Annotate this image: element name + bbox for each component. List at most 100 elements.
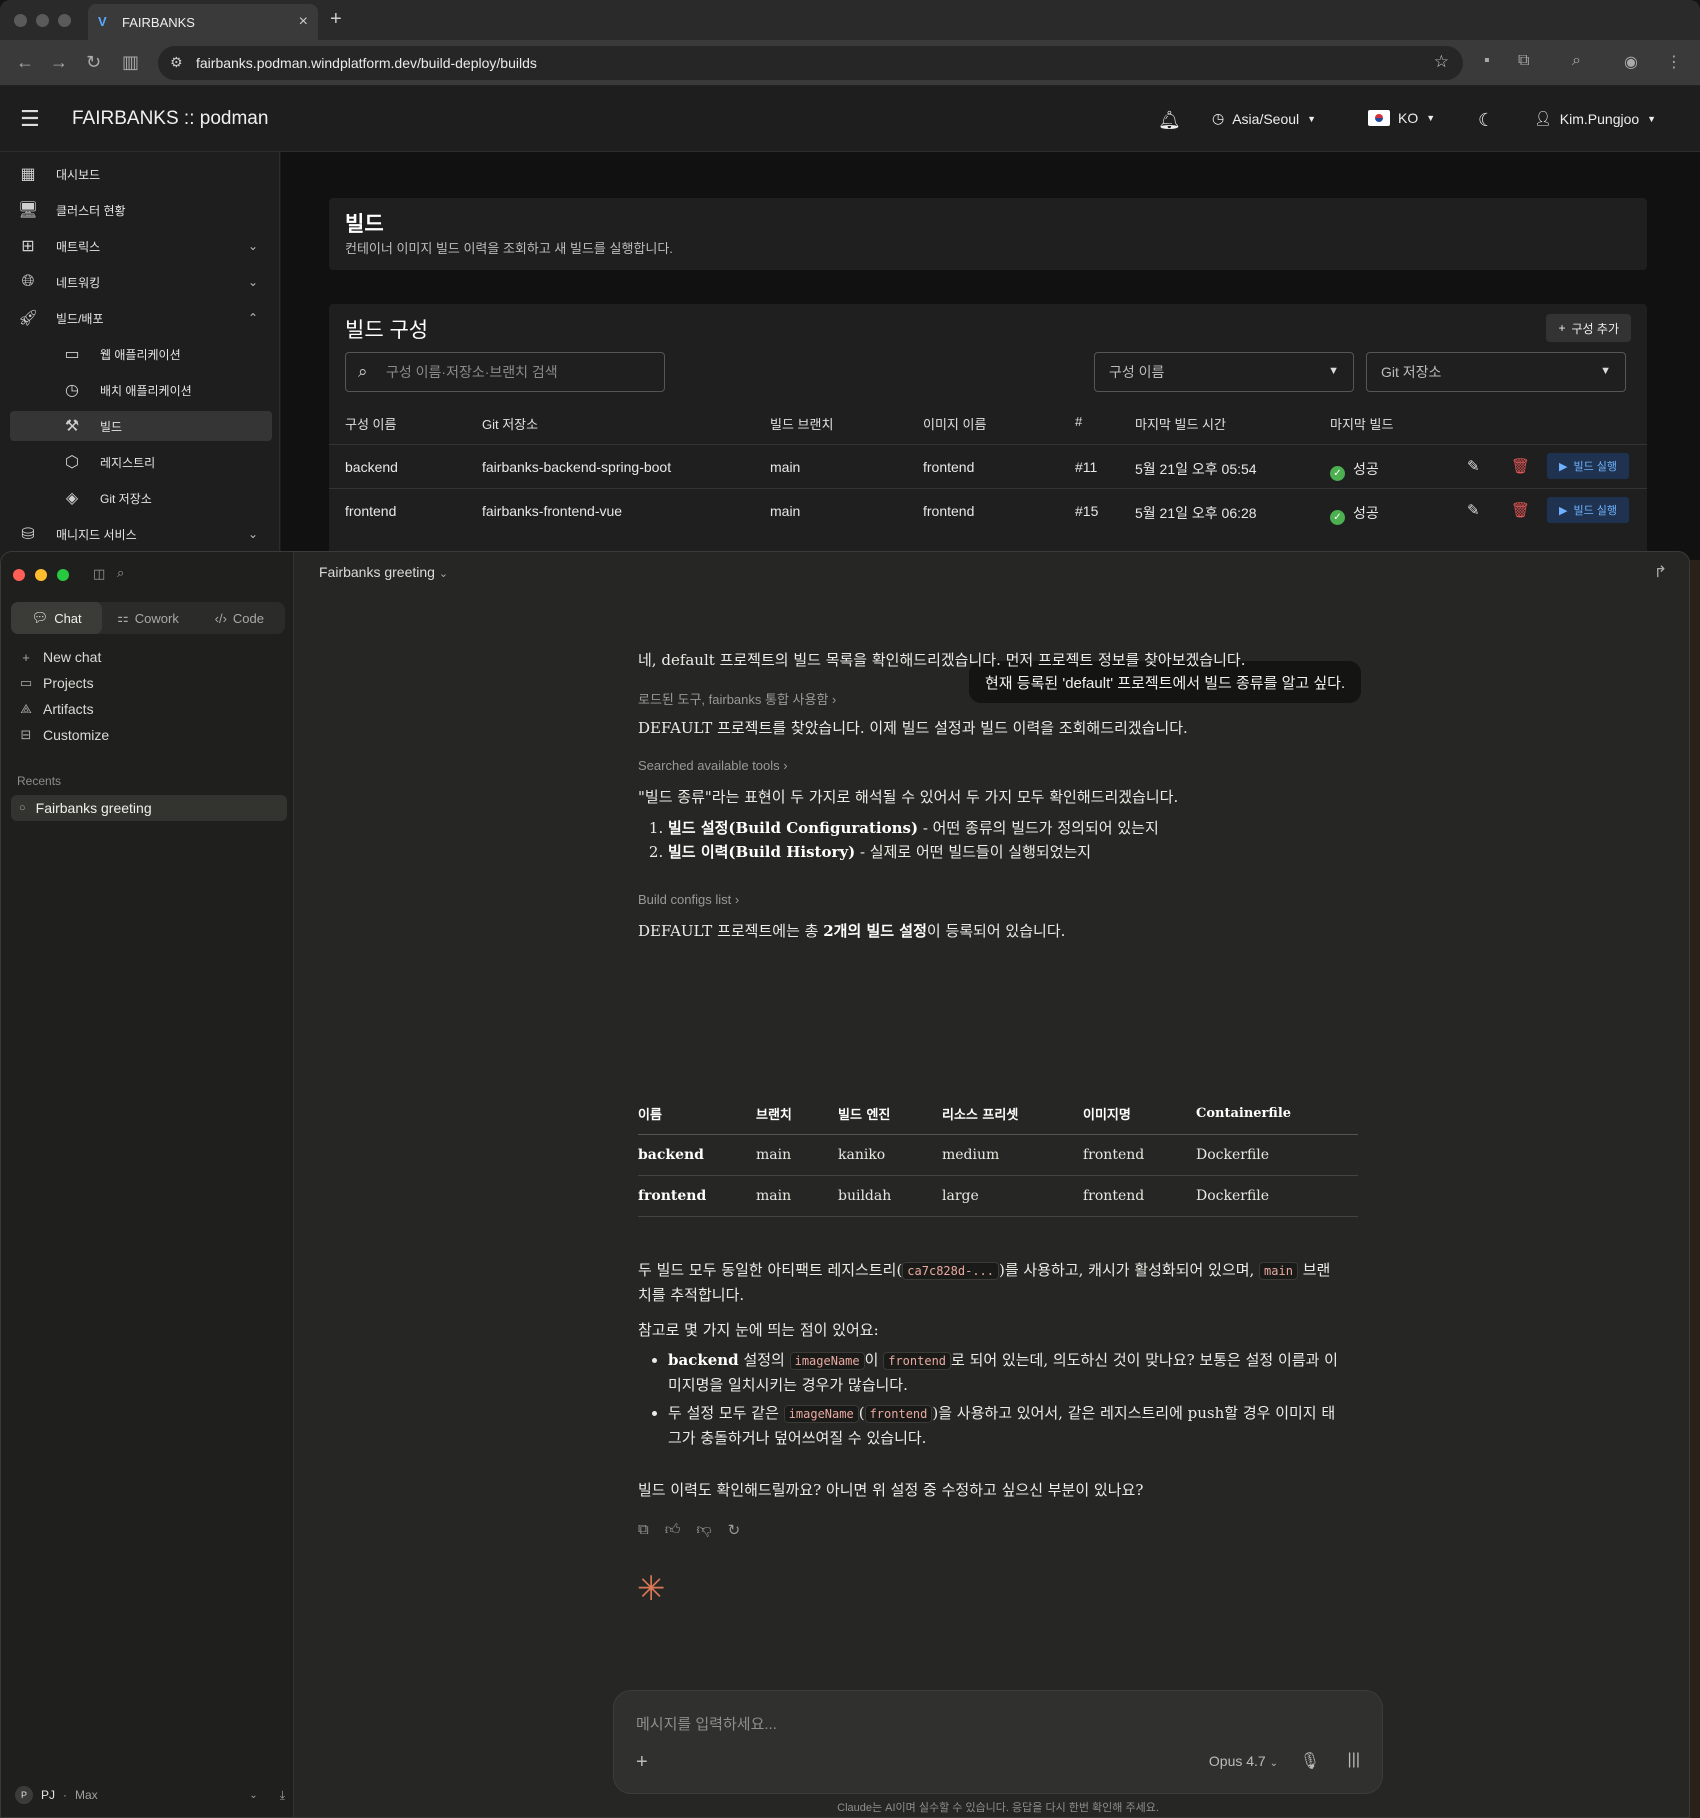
minimize-window-button[interactable] xyxy=(36,14,49,27)
table-row[interactable]: frontend fairbanks-frontend-vue main fro… xyxy=(329,488,1647,532)
attach-plus-icon[interactable]: + xyxy=(636,1751,648,1774)
user-account-bar[interactable]: P PJ · Max ⌄ ⤓ xyxy=(15,1786,285,1804)
nav-item-batch-apps[interactable]: ◷ 배치 애플리케이션 xyxy=(10,375,272,405)
column-header[interactable]: Git 저장소 xyxy=(482,414,538,433)
microphone-icon[interactable]: 🎙︎ xyxy=(1300,1751,1320,1771)
column-header[interactable]: 마지막 빌드 시간 xyxy=(1135,414,1226,433)
thumbs-up-icon[interactable]: 👍︎ xyxy=(665,1521,681,1539)
edit-pencil-icon[interactable]: ✎ xyxy=(1467,457,1480,475)
filter-label: 구성 이름 xyxy=(1109,364,1165,380)
conversation-title-menu[interactable]: Fairbanks greeting ⌄ xyxy=(319,564,448,580)
column-header[interactable]: 빌드 브랜치 xyxy=(770,414,833,433)
sidebar-item-projects[interactable]: ▭ Projects xyxy=(19,675,94,691)
thumbs-down-icon[interactable]: 👎︎ xyxy=(696,1521,711,1539)
close-tab-icon[interactable]: × xyxy=(299,13,308,31)
nav-item-builds[interactable]: ⚒ 빌드 xyxy=(10,411,272,441)
korea-flag-icon xyxy=(1368,110,1390,126)
delete-trash-icon[interactable]: 🗑︎ xyxy=(1511,457,1530,475)
tab-title: FAIRBANKS xyxy=(122,14,195,30)
nav-label: 대시보드 xyxy=(56,167,101,182)
sidebar-label: Projects xyxy=(43,675,94,691)
sidebar-item-artifacts[interactable]: ⟁ Artifacts xyxy=(19,701,94,717)
nav-label: 웹 애플리케이션 xyxy=(100,347,181,362)
share-icon[interactable]: ↱ xyxy=(1654,562,1667,582)
sidebar-toggle-icon[interactable]: ◫ xyxy=(93,566,105,582)
retry-icon[interactable]: ↻ xyxy=(728,1521,741,1539)
puzzle-icon[interactable]: ⧉ xyxy=(1518,52,1529,70)
add-config-button[interactable]: + 구성 추가 xyxy=(1546,314,1631,342)
search-icon[interactable]: ⌕ xyxy=(117,565,124,581)
text-span: )를 사용하고, 캐시가 활성화되어 있으며, xyxy=(999,1261,1260,1279)
maximize-window-button[interactable] xyxy=(57,569,69,581)
config-search-input[interactable]: ⌕ 구성 이름·저장소·브랜치 검색 xyxy=(345,352,665,392)
voice-mode-icon[interactable]: ||| xyxy=(1348,1751,1360,1769)
user-menu[interactable]: 👤︎ Kim.Pungjoo ▼ xyxy=(1534,110,1656,127)
recent-chat-item[interactable]: ○ Fairbanks greeting xyxy=(11,795,287,821)
nav-label: 클러스터 현황 xyxy=(56,203,126,218)
profile-icon[interactable]: ◉ xyxy=(1624,52,1638,72)
message-composer[interactable]: 메시지를 입력하세요... + Opus 4.7 ⌄ 🎙︎ ||| xyxy=(613,1690,1383,1794)
forward-icon[interactable]: → xyxy=(50,52,68,73)
nav-item-registry[interactable]: ⬡ 레지스트리 xyxy=(10,447,272,477)
close-window-button[interactable] xyxy=(13,569,25,581)
run-build-button[interactable]: ▶ 빌드 실행 xyxy=(1547,497,1630,523)
new-chat-button[interactable]: + New chat xyxy=(19,649,101,665)
nav-item-git-repo[interactable]: ◈ Git 저장소 xyxy=(10,483,272,513)
hamburger-menu-icon[interactable]: ☰ xyxy=(20,106,40,132)
bookmark-star-icon[interactable]: ☆ xyxy=(1434,52,1449,72)
sidebar-item-customize[interactable]: ⊟ Customize xyxy=(19,727,110,743)
tab-code[interactable]: ‹/› Code xyxy=(194,602,285,634)
model-selector[interactable]: Opus 4.7 ⌄ xyxy=(1209,1753,1278,1769)
sidebar-label: Artifacts xyxy=(43,701,94,717)
extension-icon[interactable]: ▪ xyxy=(1484,52,1490,70)
table-row[interactable]: backend fairbanks-backend-spring-boot ma… xyxy=(329,444,1647,488)
reload-icon[interactable]: ↻ xyxy=(86,52,101,73)
minimize-window-button[interactable] xyxy=(35,569,47,581)
tab-cowork[interactable]: ⚏ Cowork xyxy=(102,602,193,634)
close-window-button[interactable] xyxy=(14,14,27,27)
copy-icon[interactable]: ⧉ xyxy=(638,1521,649,1539)
timezone-select[interactable]: ◷ Asia/Seoul ▼ xyxy=(1212,110,1316,127)
config-name-filter[interactable]: 구성 이름 ▼ xyxy=(1094,352,1354,392)
nav-item-cluster[interactable]: 🖥︎ 클러스터 현황 xyxy=(10,195,272,225)
conversation-title: Fairbanks greeting xyxy=(319,564,435,580)
site-settings-icon[interactable]: ⚙ xyxy=(170,54,183,71)
tab-chat[interactable]: 💬︎ Chat xyxy=(11,602,103,634)
language-select[interactable]: KO ▼ xyxy=(1368,110,1435,126)
edit-pencil-icon[interactable]: ✎ xyxy=(1467,501,1480,519)
back-icon[interactable]: ← xyxy=(16,52,34,73)
more-menu-icon[interactable]: ⋮ xyxy=(1666,52,1682,72)
tool-call-expander[interactable]: Build configs list › xyxy=(638,892,739,907)
nav-item-dashboard[interactable]: ▦ 대시보드 xyxy=(10,159,272,189)
column-header[interactable]: # xyxy=(1075,414,1082,429)
url-text: fairbanks.podman.windplatform.dev/build-… xyxy=(196,55,537,71)
dark-mode-icon[interactable]: ☾ xyxy=(1478,110,1494,131)
grid-icon: ⊞ xyxy=(21,238,35,255)
notification-bell-icon[interactable]: 🔔︎ xyxy=(1158,110,1181,131)
browser-tab[interactable]: V FAIRBANKS × xyxy=(88,4,318,40)
nav-item-networking[interactable]: 🌐︎ 네트워킹 ⌄ xyxy=(10,267,272,297)
nav-item-metrics[interactable]: ⊞ 매트릭스 ⌄ xyxy=(10,231,272,261)
inline-code: frontend xyxy=(864,1405,933,1423)
tool-call-expander[interactable]: 로드된 도구, fairbanks 통합 사용함 › xyxy=(638,689,836,708)
column-header[interactable]: 구성 이름 xyxy=(345,414,396,433)
column-header[interactable]: 마지막 빌드 xyxy=(1330,414,1393,433)
download-icon[interactable]: ⤓ xyxy=(280,1788,285,1803)
delete-trash-icon[interactable]: 🗑︎ xyxy=(1511,501,1530,519)
maximize-window-button[interactable] xyxy=(58,14,71,27)
new-tab-button[interactable]: + xyxy=(330,8,342,31)
sidebar-label: New chat xyxy=(43,649,102,665)
nav-item-web-apps[interactable]: ▭ 웹 애플리케이션 xyxy=(10,339,272,369)
main-content: 빌드 컨테이너 이미지 빌드 이력을 조회하고 새 빌드를 실행합니다. 빌드 … xyxy=(281,152,1700,560)
column-header[interactable]: 이미지 이름 xyxy=(923,414,986,433)
nav-item-managed[interactable]: ⛁ 매니지드 서비스 ⌄ xyxy=(10,519,272,549)
run-build-button[interactable]: ▶ 빌드 실행 xyxy=(1547,453,1630,479)
chat-bubble-icon: 💬︎ xyxy=(31,610,49,625)
sidebar-toggle-icon[interactable]: ▥ xyxy=(122,52,139,73)
tab-search-icon[interactable]: ⌕ xyxy=(1572,52,1581,70)
build-number: #15 xyxy=(1075,503,1099,519)
tool-call-expander[interactable]: Searched available tools › xyxy=(638,758,788,773)
nav-item-build-deploy[interactable]: 🚀︎ 빌드/배포 ⌃ xyxy=(10,303,272,333)
address-bar[interactable]: ⚙ fairbanks.podman.windplatform.dev/buil… xyxy=(158,46,1463,80)
git-repo-filter[interactable]: Git 저장소 ▼ xyxy=(1366,352,1626,392)
